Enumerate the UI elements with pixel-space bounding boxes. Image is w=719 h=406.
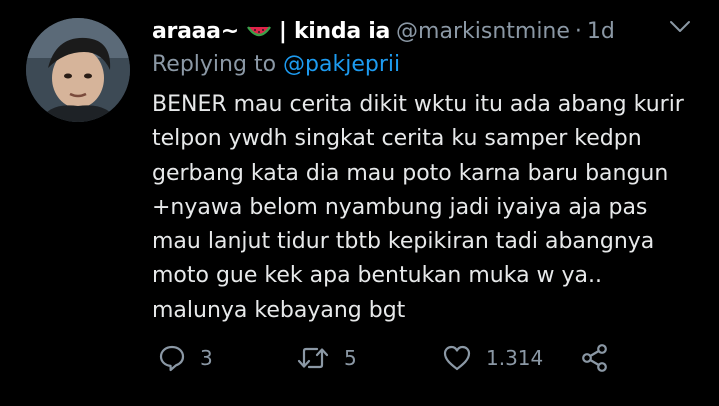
reply-count: 3: [200, 346, 213, 370]
reply-button[interactable]: 3: [158, 338, 213, 378]
user-handle[interactable]: @markisntmine: [396, 19, 570, 44]
share-icon: [582, 344, 607, 372]
watermelon-icon: [246, 26, 271, 37]
reply-icon: [159, 345, 185, 372]
like-icon: [443, 345, 471, 371]
like-count: 1.314: [486, 346, 544, 370]
retweet-icon: [297, 347, 329, 369]
retweet-button[interactable]: 5: [296, 338, 357, 378]
replying-to: Replying to @pakjeprii: [152, 52, 400, 77]
tweet-text-line: mau lanjut tidur tbtb kepikiran tadi aba…: [152, 229, 655, 255]
tweet-timestamp[interactable]: 1d: [587, 19, 615, 44]
tweet-text-line: +nyawa belom nyambung jadi iyaiya aja pa…: [152, 194, 648, 220]
avatar-image: [26, 18, 130, 122]
replying-to-label: Replying to: [152, 52, 277, 77]
tweet-text: BENER mau cerita dikit wktu itu ada aban…: [152, 88, 712, 328]
display-name[interactable]: araaa~: [152, 19, 239, 44]
share-button[interactable]: [580, 338, 610, 378]
tweet-text-line: malunya kebayang bgt: [152, 297, 406, 323]
separator-dot: ·: [574, 18, 582, 44]
like-button[interactable]: 1.314: [442, 338, 543, 378]
tweet-text-line: BENER mau cerita dikit wktu itu ada aban…: [152, 92, 684, 117]
display-name-suffix[interactable]: | kinda ia: [279, 19, 390, 44]
tweet-text-line: telpon ywdh singkat cerita ku samper ked…: [152, 126, 642, 152]
tweet[interactable]: araaa~ | kinda ia @markisntmine · 1d Rep…: [0, 0, 719, 406]
avatar[interactable]: [26, 18, 130, 122]
tweet-actions: 3 5 1.314: [152, 338, 632, 378]
tweet-text-line: gerbang kata dia mau poto karna baru ban…: [152, 160, 669, 186]
reply-mention-link[interactable]: @pakjeprii: [283, 52, 400, 77]
chevron-down-icon[interactable]: [669, 20, 691, 34]
retweet-count: 5: [344, 346, 357, 370]
tweet-text-line: moto gue kek apa bentukan muka w ya..: [152, 263, 603, 289]
tweet-header: araaa~ | kinda ia @markisntmine · 1d: [152, 14, 659, 48]
